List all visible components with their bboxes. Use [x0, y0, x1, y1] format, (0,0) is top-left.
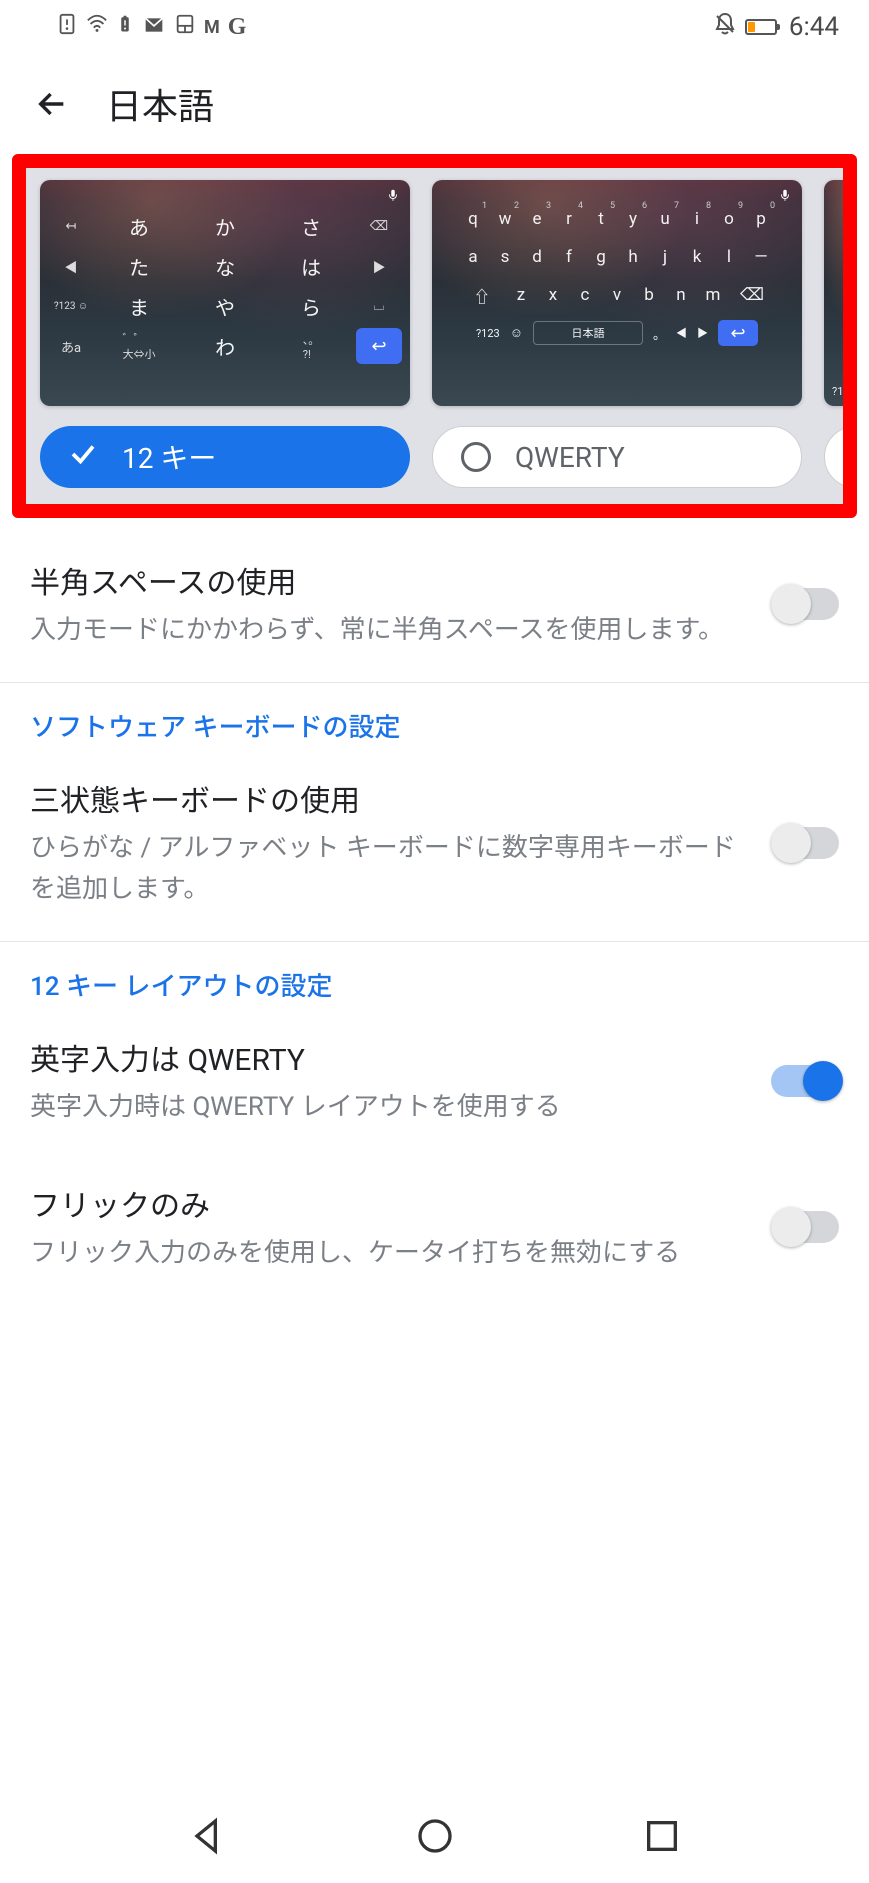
- nav-back-icon[interactable]: [187, 1816, 227, 1860]
- toggle-flick-only[interactable]: [771, 1211, 839, 1243]
- google-icon: G: [228, 14, 247, 41]
- status-left-icons: M G: [56, 12, 246, 43]
- keyboard-preview-12key[interactable]: ↤あかさ⌫ ◀たなは▶ ?123 ☺まやら⌴ あa゛゜大⇔小わ、。?!↩: [40, 180, 410, 406]
- setting-tristate-keyboard[interactable]: 三状態キーボードの使用 ひらがな / アルファベット キーボードに数字専用キーボ…: [0, 754, 869, 933]
- keyboard-qwerty-grid: q1w2e3r4t5y6u7i8o9p0 asdfghjkl— ⇧zxcvbnm…: [432, 180, 802, 354]
- layout-chip-label: QWERTY: [515, 441, 625, 474]
- keyboard-12key-grid: ↤あかさ⌫ ◀たなは▶ ?123 ☺まやら⌴ あa゛゜大⇔小わ、。?!↩: [40, 180, 410, 406]
- app-bar: 日本語: [0, 54, 869, 154]
- check-icon: [68, 439, 98, 476]
- enter-key-icon: ↩: [356, 328, 402, 364]
- nav-home-icon[interactable]: [415, 1816, 455, 1860]
- battery-low-icon: [745, 19, 777, 35]
- keyboard-preview-qwerty[interactable]: q1w2e3r4t5y6u7i8o9p0 asdfghjkl— ⇧zxcvbnm…: [432, 180, 802, 406]
- back-button[interactable]: [32, 84, 72, 124]
- toggle-tristate-keyboard[interactable]: [771, 827, 839, 859]
- setting-flick-only[interactable]: フリックのみ フリック入力のみを使用し、ケータイ打ちを無効にする: [0, 1151, 869, 1297]
- enter-key-icon: ↩: [718, 320, 758, 346]
- setting-title: 三状態キーボードの使用: [30, 776, 747, 820]
- page-title: 日本語: [106, 78, 214, 130]
- keyboard-preview-next[interactable]: ?123: [824, 180, 857, 406]
- layout-chip-12key[interactable]: 12 キー: [40, 426, 410, 488]
- mute-icon: [713, 12, 737, 43]
- status-bar: M G 6:44: [0, 0, 869, 54]
- toggle-alpha-qwerty[interactable]: [771, 1065, 839, 1097]
- wifi-icon: [86, 12, 108, 42]
- status-right-icons: 6:44: [713, 12, 839, 43]
- layout-chip-next[interactable]: [824, 426, 857, 488]
- gmail-icon: M: [204, 17, 220, 38]
- setting-title: フリックのみ: [30, 1181, 747, 1225]
- system-nav-bar: [0, 1793, 869, 1883]
- setting-description: フリック入力のみを使用し、ケータイ打ちを無効にする: [30, 1233, 747, 1273]
- setting-title: 英字入力は QWERTY: [30, 1035, 747, 1079]
- setting-half-width-space[interactable]: 半角スペースの使用 入力モードにかかわらず、常に半角スペースを使用します。: [0, 536, 869, 674]
- mail-icon: [142, 12, 166, 42]
- keyboard-layout-carousel[interactable]: ↤あかさ⌫ ◀たなは▶ ?123 ☺まやら⌴ あa゛゜大⇔小わ、。?!↩ q1w…: [26, 180, 843, 406]
- section-header-12key-layout: 12 キー レイアウトの設定: [0, 942, 869, 1013]
- layout-chip-label: 12 キー: [122, 437, 216, 477]
- keyboard-hint-label: ?123: [832, 385, 856, 398]
- keyboard-layout-highlight: ↤あかさ⌫ ◀たなは▶ ?123 ☺まやら⌴ あa゛゜大⇔小わ、。?!↩ q1w…: [12, 154, 857, 518]
- section-header-software-keyboard: ソフトウェア キーボードの設定: [0, 683, 869, 754]
- setting-title: 半角スペースの使用: [30, 558, 747, 602]
- sim-alert-icon: [56, 12, 78, 42]
- radio-icon: [844, 442, 857, 472]
- battery-alert-icon: [116, 12, 134, 43]
- settings-list: 半角スペースの使用 入力モードにかかわらず、常に半角スペースを使用します。 ソフ…: [0, 518, 869, 1297]
- status-time: 6:44: [789, 12, 839, 42]
- toggle-half-width-space[interactable]: [771, 588, 839, 620]
- setting-description: 入力モードにかかわらず、常に半角スペースを使用します。: [30, 610, 747, 650]
- radio-icon: [461, 442, 491, 472]
- setting-description: 英字入力時は QWERTY レイアウトを使用する: [30, 1087, 747, 1127]
- doc-icon: [174, 12, 196, 42]
- layout-chip-qwerty[interactable]: QWERTY: [432, 426, 802, 488]
- setting-alpha-qwerty[interactable]: 英字入力は QWERTY 英字入力時は QWERTY レイアウトを使用する: [0, 1013, 869, 1151]
- keyboard-layout-chips: 12 キー QWERTY: [26, 406, 843, 488]
- setting-description: ひらがな / アルファベット キーボードに数字専用キーボードを追加します。: [30, 828, 747, 909]
- nav-recent-icon[interactable]: [642, 1816, 682, 1860]
